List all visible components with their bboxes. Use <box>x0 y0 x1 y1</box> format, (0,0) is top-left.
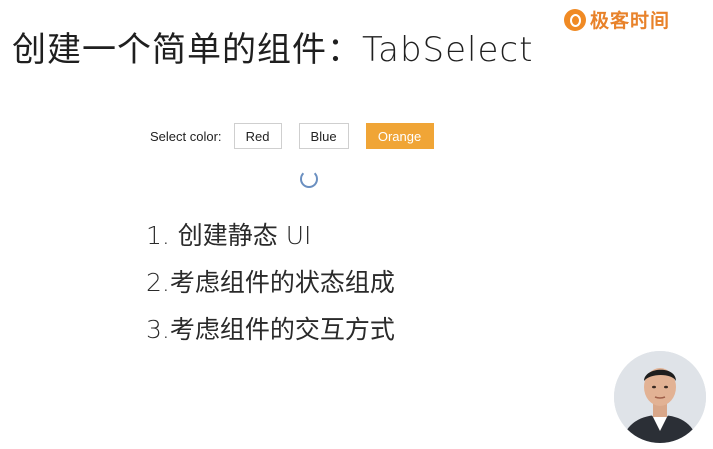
step-item: 1. 创建静态 UI <box>146 221 312 250</box>
logo-text: 极客时间 <box>590 10 671 32</box>
loading-spinner-icon <box>300 170 318 188</box>
tab-select-demo: Select color: Red Blue Orange <box>150 123 451 149</box>
step-item: 3.考虑组件的交互方式 <box>146 315 395 344</box>
presenter-video <box>614 351 706 443</box>
tab-option-orange[interactable]: Orange <box>365 123 434 149</box>
brand-logo: 极客时间 <box>564 6 670 33</box>
presenter-avatar-icon <box>614 351 706 443</box>
step-item: 2.考虑组件的状态组成 <box>146 268 395 297</box>
slide-title: 创建一个简单的组件：TabSelect <box>12 30 534 70</box>
tab-option-red[interactable]: Red <box>233 123 282 149</box>
logo-icon <box>564 8 586 31</box>
tab-option-blue[interactable]: Blue <box>298 123 349 149</box>
steps-list: 1. 创建静态 UI 2.考虑组件的状态组成 3.考虑组件的交互方式 <box>146 212 395 353</box>
select-color-label: Select color: <box>150 128 222 144</box>
